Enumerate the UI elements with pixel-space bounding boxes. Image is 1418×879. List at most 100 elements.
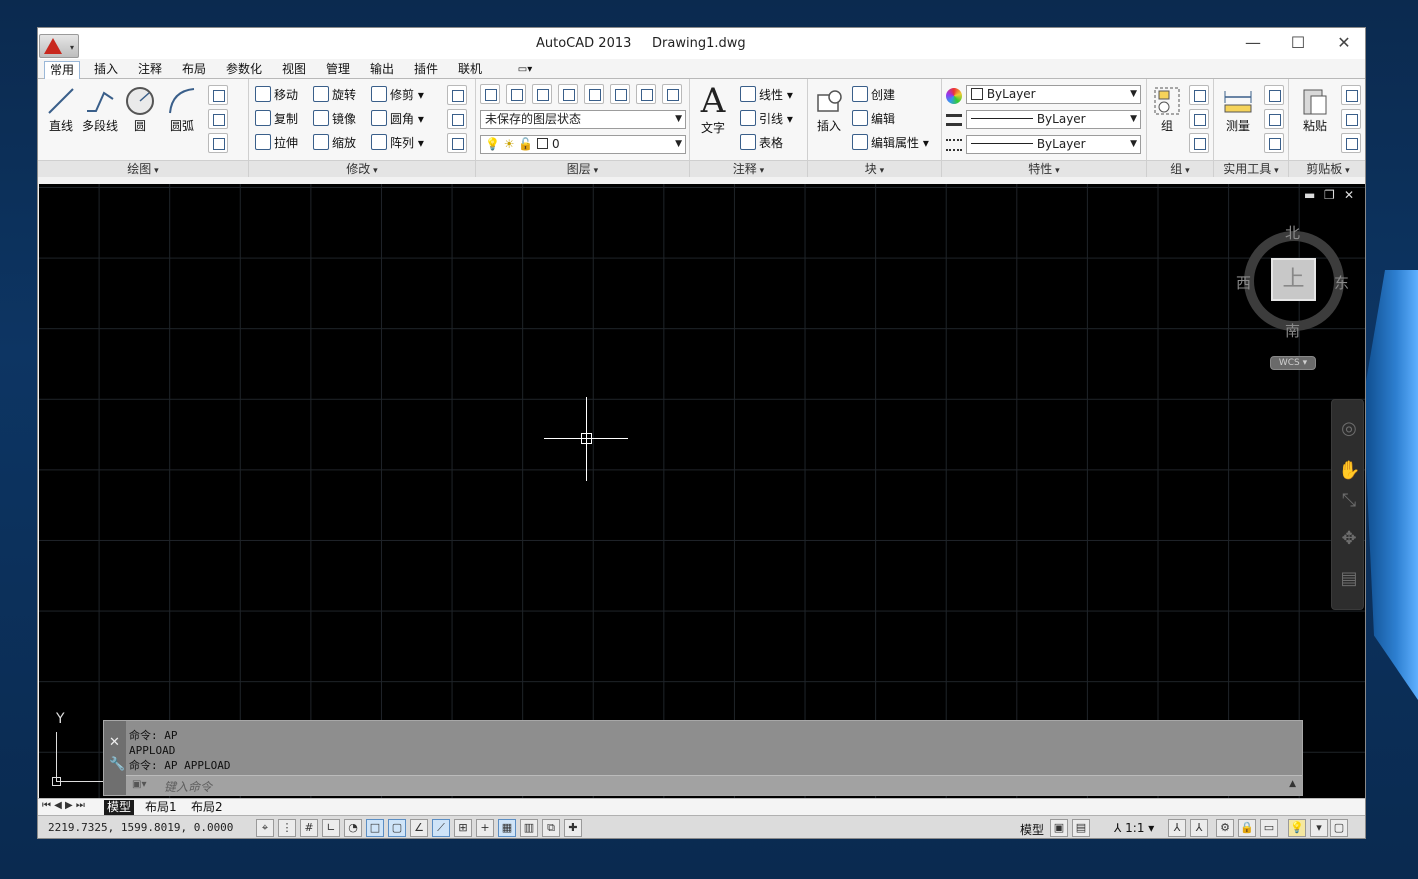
match-properties-icon[interactable] [1341,133,1361,153]
command-prompt-icon[interactable]: ▣▾ [132,779,156,793]
pan-hand-icon[interactable]: ✋ [1338,460,1360,482]
zoom-icon[interactable]: ⤡ [1338,490,1360,512]
cursor-coordinates[interactable]: 2219.7325, 1599.8019, 0.0000 [48,821,233,834]
trim-button[interactable]: 修剪 ▾ [371,85,424,105]
create-block-button[interactable]: 创建 [852,85,895,105]
linear-dimension-button[interactable]: 线性 ▾ [740,85,793,105]
tab-parametric[interactable]: 参数化 [222,61,266,79]
group-edit-icon[interactable] [1189,109,1209,129]
annotation-visibility-icon[interactable]: ⅄ [1168,819,1186,837]
edit-attributes-button[interactable]: 编辑属性 ▾ [852,133,929,153]
tab-manage[interactable]: 管理 [320,61,356,79]
object-snap-tracking-icon[interactable]: ∠ [410,819,428,837]
chevron-up-icon[interactable]: ▲ [1289,779,1296,789]
layer-off-icon[interactable] [506,84,526,104]
minimize-button[interactable]: — [1230,32,1276,54]
region-icon[interactable] [208,133,228,153]
snap-mode-icon[interactable]: ⋮ [278,819,296,837]
panel-utilities-label[interactable]: 实用工具 [1214,160,1288,177]
group-button[interactable]: 组 [1151,85,1183,134]
viewcube-east[interactable]: 东 [1334,272,1349,293]
dynamic-input-icon[interactable]: ⊞ [454,819,472,837]
model-space-button[interactable]: 模型 [1020,821,1044,838]
array-button[interactable]: 阵列 ▾ [371,133,424,153]
isolate-objects-icon[interactable]: 💡 [1288,819,1306,837]
layer-lock-icon[interactable] [662,84,682,104]
cut-icon[interactable] [1341,85,1361,105]
layer-walk-icon[interactable] [636,84,656,104]
tab-home[interactable]: 常用 [44,61,80,79]
clean-screen-icon[interactable]: ▢ [1330,819,1348,837]
scale-button[interactable]: 缩放 [313,133,356,153]
move-button[interactable]: 移动 [255,85,298,105]
mirror-button[interactable]: 镜像 [313,109,356,129]
panel-modify-label[interactable]: 修改 [249,160,475,177]
layer-match-icon[interactable] [584,84,604,104]
layer-previous-icon[interactable] [610,84,630,104]
wrench-icon[interactable]: 🔧 [109,757,125,772]
panel-clipboard-label[interactable]: 剪贴板 [1289,160,1365,177]
polar-tracking-icon[interactable]: ◔ [344,819,362,837]
toolbar-lock-icon[interactable]: 🔒 [1238,819,1256,837]
explode-icon[interactable] [447,109,467,129]
erase-icon[interactable] [447,85,467,105]
line-button[interactable]: 直线 [44,85,78,134]
viewcube-south[interactable]: 南 [1285,320,1300,341]
tab-layout[interactable]: 布局 [176,61,212,79]
transparency-icon[interactable]: ▦ [498,819,516,837]
panel-annotation-label[interactable]: 注释 [690,160,807,177]
offset-icon[interactable] [447,133,467,153]
tab-insert[interactable]: 插入 [88,61,124,79]
steering-wheel-icon[interactable]: ◎ [1338,418,1360,440]
stretch-button[interactable]: 拉伸 [255,133,298,153]
viewcube-north[interactable]: 北 [1285,222,1300,243]
copy-button[interactable]: 复制 [255,109,298,129]
layer-isolate-icon[interactable] [532,84,552,104]
measure-button[interactable]: 测量 [1218,85,1258,134]
close-button[interactable]: ✕ [1321,32,1365,54]
object-snap-icon[interactable]: □ [366,819,384,837]
auto-scale-icon[interactable]: ⅄ [1190,819,1208,837]
viewport-close-button[interactable]: ✕ [1344,188,1354,202]
panel-groups-label[interactable]: 组 [1147,160,1213,177]
layer-state-dropdown[interactable]: 未保存的图层状态 ▼ [480,110,686,129]
annotation-monitor-icon[interactable]: ✚ [564,819,582,837]
showmotion-icon[interactable]: ▤ [1338,568,1360,590]
rectangle-icon[interactable] [208,85,228,105]
table-button[interactable]: 表格 [740,133,783,153]
application-status-menu-icon[interactable]: ▾ [1310,819,1328,837]
copy-clip-icon[interactable] [1341,109,1361,129]
layout-nav-icons[interactable]: ⏮ ◀ ▶ ⏭ [42,800,85,811]
tab-view[interactable]: 视图 [276,61,312,79]
infer-constraints-icon[interactable]: ⌖ [256,819,274,837]
fillet-button[interactable]: 圆角 ▾ [371,109,424,129]
viewport-restore-button[interactable]: ❐ [1324,188,1335,202]
quick-view-layouts-icon[interactable]: ▣ [1050,819,1068,837]
group-select-icon[interactable] [1189,133,1209,153]
viewport-minimize-button[interactable]: ▬ [1304,188,1315,202]
lineweight-toggle-icon[interactable]: + [476,819,494,837]
rotate-button[interactable]: 旋转 [313,85,356,105]
tab-annotate[interactable]: 注释 [132,61,168,79]
panel-block-label[interactable]: 块 [808,160,941,177]
command-input[interactable]: ▣▾ 键入命令 ▲ [126,775,1302,795]
calculator-icon[interactable] [1264,133,1284,153]
dynamic-ucs-icon[interactable]: ⟋ [432,819,450,837]
close-icon[interactable]: ✕ [109,735,120,750]
tab-plugins[interactable]: 插件 [408,61,444,79]
maximize-button[interactable]: ☐ [1275,32,1321,54]
orbit-icon[interactable]: ✥ [1338,528,1360,550]
tab-output[interactable]: 输出 [364,61,400,79]
layer-properties-icon[interactable] [480,84,500,104]
viewcube-face[interactable]: 上 [1271,258,1316,301]
insert-block-button[interactable]: 插入 [812,85,846,134]
workspace-switch-icon[interactable]: ⚙ [1216,819,1234,837]
layer-dropdown[interactable]: 💡 ☀ 🔓 0 ▼ [480,135,686,154]
application-menu-button[interactable]: ▾ [39,34,79,58]
tab-model[interactable]: 模型 [104,800,135,815]
selection-cycling-icon[interactable]: ⧉ [542,819,560,837]
layer-freeze-icon[interactable] [558,84,578,104]
ortho-mode-icon[interactable]: ∟ [322,819,340,837]
panel-properties-label[interactable]: 特性 [942,160,1146,177]
color-dropdown[interactable]: ByLayer ▼ [966,85,1141,104]
